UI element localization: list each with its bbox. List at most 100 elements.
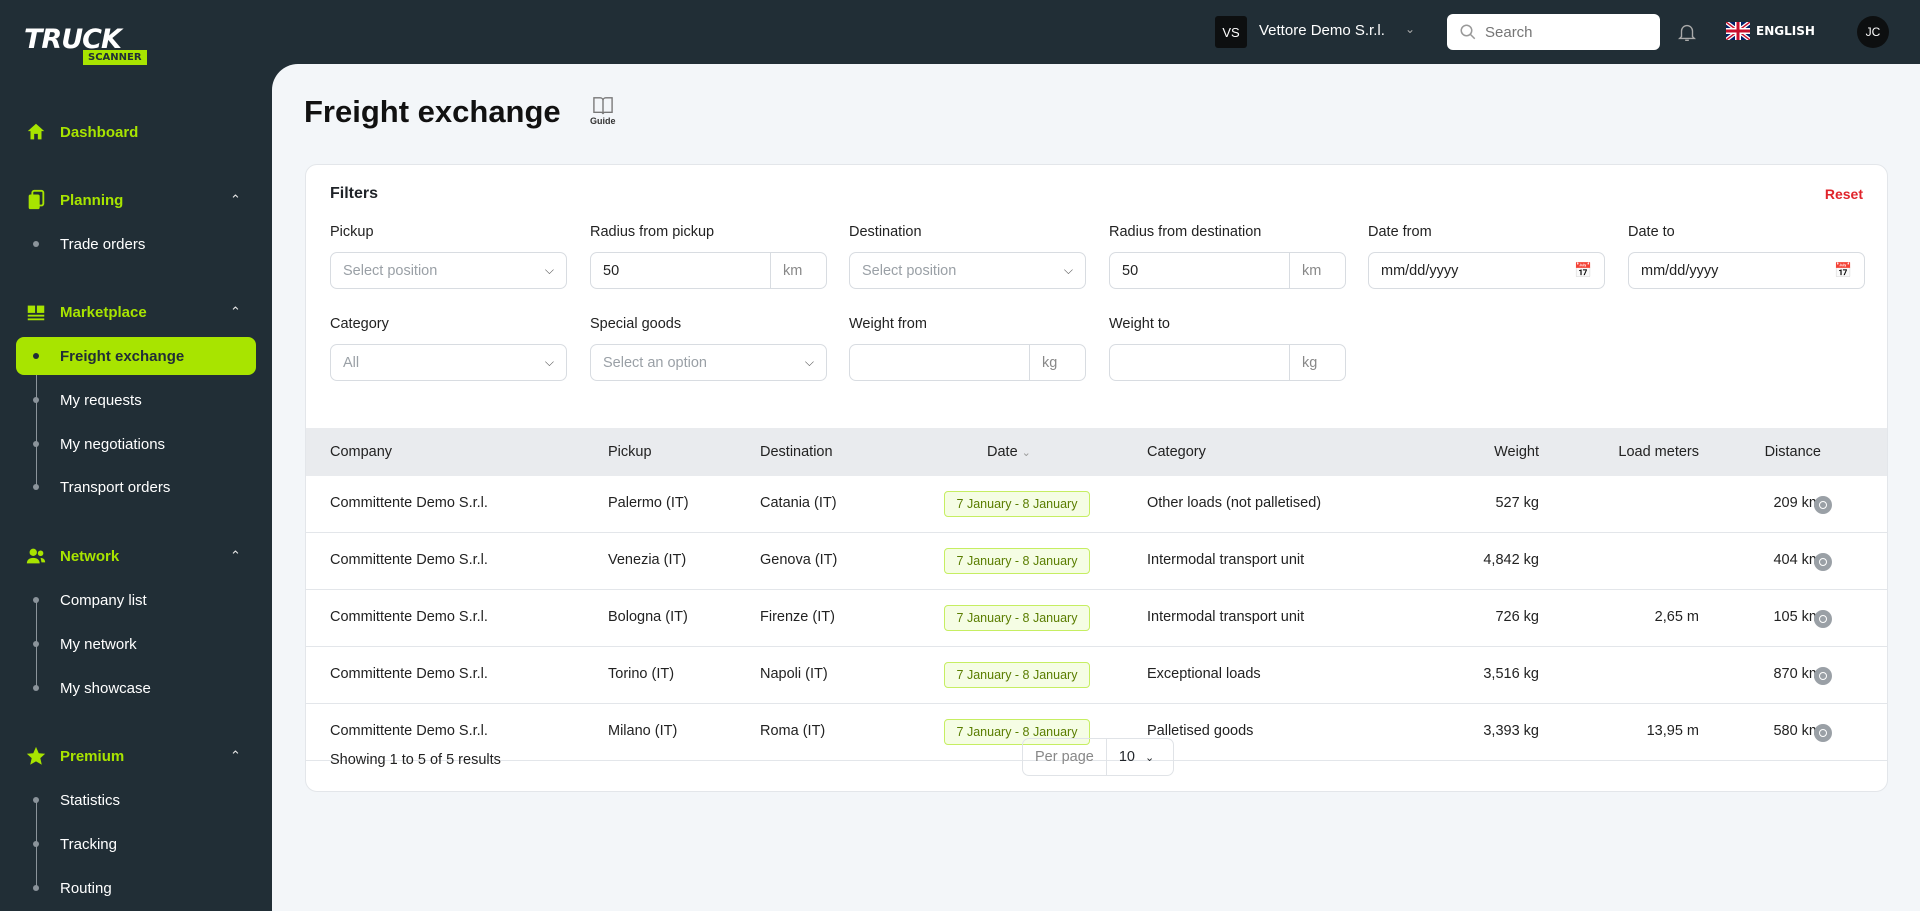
per-page-select[interactable]: Per page 10 ⌄ xyxy=(1022,738,1174,776)
eye-icon[interactable] xyxy=(1814,553,1832,571)
bullet-icon xyxy=(33,685,39,691)
pallet-icon xyxy=(27,305,45,321)
destination-select[interactable]: Select position ⌵ xyxy=(849,252,1086,289)
cell-destination: Firenze (IT) xyxy=(760,609,835,625)
label: Date xyxy=(987,444,1018,460)
freight-card: Filters Reset Pickup Select position ⌵ Ra… xyxy=(305,164,1888,792)
bullet-icon xyxy=(33,841,39,847)
per-page-value: 10 xyxy=(1118,749,1135,765)
sidebar-section-network[interactable]: Network ⌃ xyxy=(0,541,272,571)
sidebar-item-freight-exchange[interactable]: Freight exchange xyxy=(16,337,256,375)
eye-icon[interactable] xyxy=(1814,667,1832,685)
bullet-icon xyxy=(33,797,39,803)
chevron-down-icon[interactable]: ⌄ xyxy=(1405,22,1415,36)
header-load-meters[interactable]: Load meters xyxy=(1618,444,1699,460)
sidebar-section-planning[interactable]: Planning ⌃ xyxy=(0,185,272,215)
company-avatar[interactable]: VS xyxy=(1215,16,1247,48)
date-from-input[interactable]: mm/dd/yyyy 📅 xyxy=(1368,252,1605,289)
header-destination[interactable]: Destination xyxy=(760,444,833,460)
sidebar-section-premium[interactable]: Premium ⌃ xyxy=(0,741,272,771)
sidebar-item-tracking[interactable]: Tracking xyxy=(16,825,256,863)
reset-button[interactable]: Reset xyxy=(1825,186,1863,202)
label: Trade orders xyxy=(60,235,146,253)
label: Dashboard xyxy=(60,123,139,141)
header-date[interactable]: Date ⌄ xyxy=(987,444,1031,460)
search-icon xyxy=(1460,24,1476,40)
bell-icon[interactable] xyxy=(1676,20,1698,44)
sidebar-item-my-network[interactable]: My network xyxy=(16,625,256,663)
table-header: Company Pickup Destination Date ⌄ Catego… xyxy=(306,428,1887,476)
chevron-up-icon[interactable]: ⌃ xyxy=(230,548,241,564)
header-company[interactable]: Company xyxy=(330,444,392,460)
guide-button[interactable]: Guide xyxy=(590,96,616,126)
company-switcher[interactable]: Vettore Demo S.r.l. xyxy=(1259,22,1385,39)
search-input[interactable] xyxy=(1485,23,1635,41)
calendar-icon[interactable]: 📅 xyxy=(1574,262,1592,279)
header-pickup[interactable]: Pickup xyxy=(608,444,652,460)
placeholder: mm/dd/yyyy xyxy=(1381,262,1459,279)
users-icon xyxy=(26,548,46,564)
cell-company: Committente Demo S.r.l. xyxy=(330,495,488,511)
radius-destination-input[interactable]: 50 km xyxy=(1109,252,1346,289)
date-to-input[interactable]: mm/dd/yyyy 📅 xyxy=(1628,252,1865,289)
pickup-select[interactable]: Select position ⌵ xyxy=(330,252,567,289)
header-weight[interactable]: Weight xyxy=(1494,444,1539,460)
table-row[interactable]: Committente Demo S.r.l. Bologna (IT) Fir… xyxy=(306,590,1887,647)
weight-to-label: Weight to xyxy=(1109,316,1170,332)
label: Marketplace xyxy=(60,303,147,321)
star-icon xyxy=(26,746,46,765)
cell-company: Committente Demo S.r.l. xyxy=(330,552,488,568)
sidebar-item-statistics[interactable]: Statistics xyxy=(16,781,256,819)
cell-pickup: Palermo (IT) xyxy=(608,495,689,511)
eye-icon[interactable] xyxy=(1814,724,1832,742)
results-count: Showing 1 to 5 of 5 results xyxy=(330,752,501,768)
page-title: Freight exchange xyxy=(304,94,561,129)
cell-weight: 527 kg xyxy=(1495,495,1539,511)
placeholder: Select position xyxy=(343,262,438,279)
value: All xyxy=(343,354,360,371)
chevron-down-icon: ⌵ xyxy=(544,263,554,277)
label: Freight exchange xyxy=(60,347,185,365)
sidebar-item-transport-orders[interactable]: Transport orders xyxy=(16,468,256,506)
weight-to-input[interactable]: kg xyxy=(1109,344,1346,381)
table-row[interactable]: Committente Demo S.r.l. Venezia (IT) Gen… xyxy=(306,533,1887,590)
cell-category: Intermodal transport unit xyxy=(1147,552,1305,568)
special-goods-select[interactable]: Select an option ⌵ xyxy=(590,344,827,381)
header-distance[interactable]: Distance xyxy=(1765,444,1821,460)
chevron-up-icon[interactable]: ⌃ xyxy=(230,304,241,320)
sidebar-item-dashboard[interactable]: Dashboard xyxy=(0,117,272,147)
cell-destination: Roma (IT) xyxy=(760,723,826,739)
cell-pickup: Venezia (IT) xyxy=(608,552,687,568)
chevron-up-icon[interactable]: ⌃ xyxy=(230,192,241,208)
logo[interactable]: TRUCK SCANNER xyxy=(24,24,147,65)
table-row[interactable]: Committente Demo S.r.l. Palermo (IT) Cat… xyxy=(306,476,1887,533)
category-label: Category xyxy=(330,316,389,332)
label: My negotiations xyxy=(60,435,166,453)
table-row[interactable]: Committente Demo S.r.l. Torino (IT) Napo… xyxy=(306,647,1887,704)
value: 50 xyxy=(1122,262,1139,279)
language-selector[interactable]: ENGLISH xyxy=(1726,22,1815,40)
header-category[interactable]: Category xyxy=(1147,444,1206,460)
sidebar-item-trade-orders[interactable]: Trade orders xyxy=(16,225,256,263)
label: Tracking xyxy=(60,835,117,853)
sidebar-item-routing[interactable]: Routing xyxy=(16,869,256,907)
sidebar-item-my-requests[interactable]: My requests xyxy=(16,381,256,419)
placeholder: mm/dd/yyyy xyxy=(1641,262,1719,279)
weight-from-input[interactable]: kg xyxy=(849,344,1086,381)
eye-icon[interactable] xyxy=(1814,610,1832,628)
radius-pickup-input[interactable]: 50 km xyxy=(590,252,827,289)
sidebar-item-my-showcase[interactable]: My showcase xyxy=(16,669,256,707)
placeholder: Select position xyxy=(862,262,957,279)
sidebar-section-marketplace[interactable]: Marketplace ⌃ xyxy=(0,297,272,327)
chevron-up-icon[interactable]: ⌃ xyxy=(230,748,241,764)
calendar-icon[interactable]: 📅 xyxy=(1834,262,1852,279)
category-select[interactable]: All ⌵ xyxy=(330,344,567,381)
search-box[interactable] xyxy=(1447,14,1660,50)
eye-icon[interactable] xyxy=(1814,496,1832,514)
label: Premium xyxy=(60,747,125,765)
home-icon xyxy=(27,123,45,140)
user-avatar[interactable]: JC xyxy=(1857,16,1889,48)
cell-company: Committente Demo S.r.l. xyxy=(330,666,488,682)
sidebar-item-my-negotiations[interactable]: My negotiations xyxy=(16,425,256,463)
sidebar-item-company-list[interactable]: Company list xyxy=(16,581,256,619)
